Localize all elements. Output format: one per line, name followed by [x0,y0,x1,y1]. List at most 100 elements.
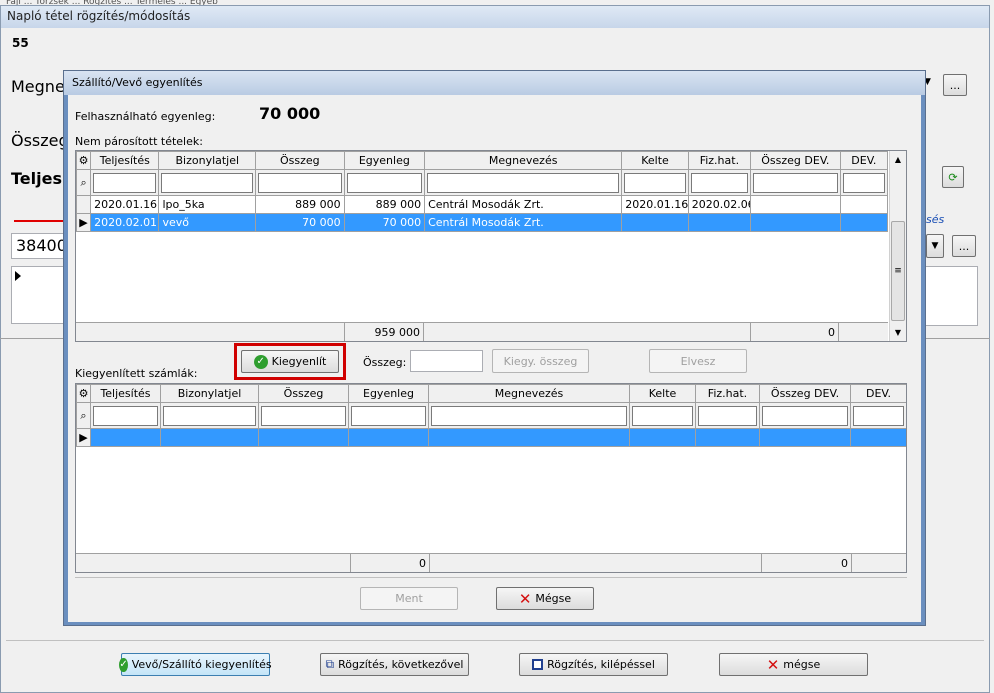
col-osszeg[interactable]: Összeg [258,384,349,403]
paired-header-row: ⚙ Teljesítés Bizonylatjel Összeg Egyenle… [76,384,906,403]
cell-kelte: 2020.01.16. [621,195,689,214]
grid-settings-icon[interactable]: ⚙ [76,384,91,403]
scroll-up-icon[interactable]: ▲ [890,151,906,168]
row-pointer-icon: ▶ [76,428,91,447]
osszeg-label: Összeg: [363,356,407,369]
dialog-titlebar: Szállító/Vevő egyenlítés [64,71,925,95]
col-teljesites[interactable]: Teljesítés [90,384,161,403]
check-circle-icon: ✓ [253,354,268,369]
filter-bizonylatjel[interactable] [158,169,257,196]
scroll-thumb[interactable]: ≡ [891,221,905,321]
dialog-megse-button[interactable]: ✕ Mégse [496,587,594,610]
filter-bizonylatjel[interactable] [160,402,259,429]
col-egyenleg[interactable]: Egyenleg [348,384,429,403]
main-window-title: Napló tétel rögzítés/módosítás [7,9,191,23]
cell-teljesites: 2020.02.01. [90,213,160,232]
filter-fizhat[interactable] [695,402,760,429]
cell-dev [839,213,889,232]
filter-kelte[interactable] [621,169,689,196]
cell-fizhat [687,213,752,232]
filter-osszeg-dev[interactable] [759,402,851,429]
filter-egyenleg[interactable] [343,169,426,196]
filter-dev[interactable] [839,169,889,196]
col-teljesites[interactable]: Teljesítés [90,151,160,170]
red-x-icon: ✕ [518,589,532,608]
col-egyenleg[interactable]: Egyenleg [343,151,426,170]
filter-fizhat[interactable] [687,169,752,196]
osszeg-input[interactable] [410,350,483,372]
table-row-selected[interactable]: ▶ [76,428,906,447]
main-right-memo[interactable] [924,266,978,326]
filter-teljesites[interactable] [90,169,160,196]
account-combo[interactable]: 38400 [11,233,67,259]
record-number: 55 [12,36,29,50]
row-pointer-icon: ▶ [76,213,92,232]
right-link[interactable]: sés [926,213,944,226]
col-megnevezes[interactable]: Megnevezés [428,384,630,403]
filter-dev[interactable] [850,402,906,429]
floppy-save-icon [532,659,544,670]
refresh-icon[interactable]: ⟳ [942,166,964,188]
col-megnevezes[interactable]: Megnevezés [424,151,623,170]
col-fizhat[interactable]: Fiz.hat. [687,151,752,170]
main-megse-button[interactable]: ✕ mégse [719,653,868,676]
rogzites-kovetkezovel-label: Rögzítés, következővel [338,658,464,671]
col-kelte[interactable]: Kelte [621,151,689,170]
col-dev[interactable]: DEV. [850,384,906,403]
filter-osszeg[interactable] [255,169,345,196]
col-osszeg[interactable]: Összeg [255,151,345,170]
filter-teljesites[interactable] [90,402,161,429]
vevo-szallito-button[interactable]: ✓ Vevő/Szállító kiegyenlítés [119,653,272,676]
scroll-down-icon[interactable]: ▼ [890,324,906,341]
elvesz-button[interactable]: Elvesz [649,349,747,373]
total-dev: 0 [750,323,839,341]
paired-label: Kiegyenlített számlák: [75,367,198,380]
paired-table: ⚙ Teljesítés Bizonylatjel Összeg Egyenle… [76,384,906,447]
cell-osszeg-dev [750,213,841,232]
cell-kelte [621,213,689,232]
account-value: 38400 [16,236,67,255]
kiegyenlit-button[interactable]: ✓ Kiegyenlít [241,350,339,373]
col-fizhat[interactable]: Fiz.hat. [695,384,760,403]
col-kelte[interactable]: Kelte [629,384,696,403]
table-row-selected[interactable]: ▶ 2020.02.01. vevő 70 000 70 000 Centrál… [76,213,889,232]
main-memo-box[interactable] [11,266,67,324]
col-bizonylatjel[interactable]: Bizonylatjel [158,151,257,170]
multi-save-icon: ⧉ [325,657,335,671]
balance-value: 70 000 [259,104,321,123]
filter-egyenleg[interactable] [348,402,429,429]
rogzites-kilepessel-label: Rögzítés, kilépéssel [547,658,655,671]
col-bizonylatjel[interactable]: Bizonylatjel [160,384,259,403]
col-osszeg-dev[interactable]: Összeg DEV. [759,384,851,403]
main-browse-button-top[interactable]: ... [943,74,967,96]
grid-settings-icon[interactable]: ⚙ [76,151,92,170]
paired-footer: 0 0 [76,553,906,572]
paired-filter-row: ⌕ [76,402,906,429]
filter-megnevezes[interactable] [428,402,630,429]
col-osszeg-dev[interactable]: Összeg DEV. [750,151,841,170]
total-egyenleg: 959 000 [344,323,424,341]
main-titlebar: Napló tétel rögzítés/módosítás [1,6,989,28]
col-dev[interactable]: DEV. [839,151,889,170]
filter-kelte[interactable] [629,402,696,429]
filter-osszeg-dev[interactable] [750,169,841,196]
main-browse-button-mid[interactable]: ... [952,235,976,257]
kiegy-osszeg-button[interactable]: Kiegy. összeg [492,349,589,373]
vertical-scrollbar[interactable]: ▲ ≡ ▼ [889,151,906,341]
dialog-separator [75,577,907,578]
paired-total-dev: 0 [761,554,852,572]
main-right-dropdown-mid[interactable]: ▼ [926,234,944,258]
table-row[interactable]: 2020.01.16. lpo_5ka 889 000 889 000 Cent… [76,195,889,214]
cell-teljesites: 2020.01.16. [90,195,160,214]
check-circle-icon: ✓ [119,657,128,672]
filter-osszeg[interactable] [258,402,349,429]
label-osszeg: Összeg [11,131,69,150]
filter-megnevezes[interactable] [424,169,623,196]
paired-total-egyenleg: 0 [350,554,430,572]
kiegyenlit-label: Kiegyenlít [271,355,327,368]
red-x-icon: ✕ [766,655,780,674]
red-arrow [14,220,66,222]
rogzites-kovetkezovel-button[interactable]: ⧉ Rögzítés, következővel [320,653,469,676]
ment-button[interactable]: Ment [360,587,458,610]
rogzites-kilepessel-button[interactable]: Rögzítés, kilépéssel [519,653,668,676]
